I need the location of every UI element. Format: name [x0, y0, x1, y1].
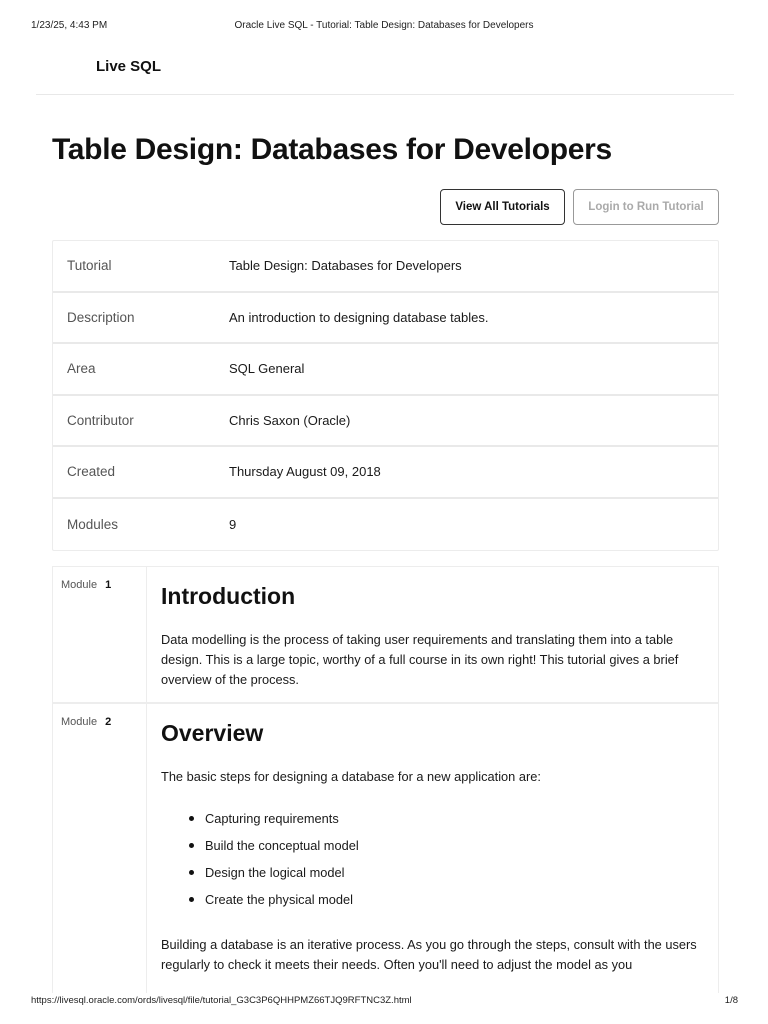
info-row-modules: Modules 9: [53, 499, 718, 551]
module-label: Module: [61, 579, 98, 591]
info-row-area: Area SQL General: [53, 344, 718, 396]
print-url: https://livesql.oracle.com/ords/livesql/…: [31, 995, 412, 1006]
info-row-tutorial: Tutorial Table Design: Databases for Dev…: [53, 241, 718, 293]
info-label: Area: [67, 361, 96, 377]
info-label: Modules: [67, 516, 119, 532]
steps-list: Capturing requirements Build the concept…: [187, 805, 698, 913]
info-value: Thursday August 09, 2018: [229, 464, 381, 480]
module-text: Data modelling is the process of taking …: [161, 632, 679, 687]
module-index: 1: [105, 579, 112, 591]
module-text: Building a database is an iterative proc…: [161, 937, 697, 972]
module-index: 2: [105, 716, 112, 728]
module-title: Overview: [161, 720, 264, 746]
info-value: SQL General: [229, 361, 305, 377]
info-label: Created: [67, 464, 116, 480]
list-item: Build the conceptual model: [187, 832, 698, 859]
info-label: Contributor: [67, 412, 134, 428]
module-title: Introduction: [161, 583, 296, 609]
info-label: Description: [67, 309, 135, 325]
view-all-tutorials-button[interactable]: View All Tutorials: [440, 189, 565, 225]
info-row-description: Description An introduction to designing…: [53, 293, 718, 344]
list-item: Capturing requirements: [187, 805, 698, 832]
page-number: 1/8: [724, 995, 738, 1006]
login-to-run-tutorial-button[interactable]: Login to Run Tutorial: [573, 189, 719, 225]
print-title: Oracle Live SQL - Tutorial: Table Design…: [234, 20, 534, 31]
list-item: Design the logical model: [187, 859, 698, 886]
module-body: Overview The basic steps for designing a…: [147, 704, 718, 993]
module-2: Module 2 Overview The basic steps for des…: [52, 703, 719, 993]
info-row-contributor: Contributor Chris Saxon (Oracle): [53, 396, 718, 447]
module-body: Introduction Data modelling is the proce…: [147, 567, 718, 702]
module-number: Module 1: [53, 567, 147, 702]
module-1: Module 1 Introduction Data modelling is t…: [52, 566, 719, 703]
page-title: Table Design: Databases for Developers: [52, 133, 612, 166]
info-row-created: Created Thursday August 09, 2018: [53, 447, 718, 499]
info-value: An introduction to designing database ta…: [229, 309, 489, 325]
module-label: Module: [61, 716, 98, 728]
module-number: Module 2: [53, 704, 147, 993]
info-label: Tutorial: [67, 258, 112, 274]
live-sql-logo[interactable]: Live SQL: [96, 58, 161, 75]
app-bar: Live SQL: [36, 40, 734, 95]
print-footer: https://livesql.oracle.com/ords/livesql/…: [0, 993, 768, 1013]
info-value: Table Design: Databases for Developers: [229, 258, 462, 274]
info-value: Chris Saxon (Oracle): [229, 412, 351, 428]
list-item: Create the physical model: [187, 886, 698, 913]
module-intro: The basic steps for designing a database…: [161, 769, 541, 784]
tutorial-info-table: Tutorial Table Design: Databases for Dev…: [52, 240, 719, 551]
info-value: 9: [229, 516, 237, 532]
print-header: 1/23/25, 4:43 PM Oracle Live SQL - Tutor…: [0, 0, 768, 40]
